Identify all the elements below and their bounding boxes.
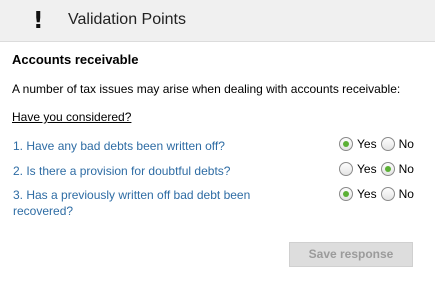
intro-text: A number of tax issues may arise when de… [12, 82, 401, 96]
yes-label: Yes [357, 162, 377, 176]
exclamation-icon: ! [33, 8, 44, 34]
question-2-answers: Yes No [339, 161, 418, 177]
question-1-answers: Yes No [339, 136, 418, 152]
question-3-no-radio[interactable] [380, 187, 395, 201]
yes-label: Yes [357, 187, 377, 201]
panel-header: ! Validation Points [0, 0, 435, 42]
yes-label: Yes [357, 137, 377, 151]
considered-heading: Have you considered? [12, 110, 132, 124]
question-1-no-radio[interactable] [380, 137, 395, 151]
question-2-no-radio[interactable] [380, 162, 395, 176]
question-2-yes-radio[interactable] [339, 162, 353, 176]
save-response-button[interactable]: Save response [289, 242, 413, 267]
panel-title: Validation Points [68, 11, 186, 28]
question-3-yes-radio[interactable] [339, 187, 353, 201]
no-label: No [398, 187, 414, 201]
no-label: No [398, 162, 414, 176]
question-2-text: 2. Is there a provision for doubtful deb… [13, 164, 231, 178]
section-title: Accounts receivable [12, 52, 139, 67]
question-3-text: 3. Has a previously written off bad debt… [13, 188, 251, 218]
question-1-text: 1. Have any bad debts been written off? [13, 139, 225, 153]
question-1-yes-radio[interactable] [339, 137, 353, 151]
no-label: No [398, 137, 414, 151]
validation-points-panel: ! Validation Points Accounts receivable … [0, 0, 435, 282]
question-3-answers: Yes No [339, 186, 418, 202]
